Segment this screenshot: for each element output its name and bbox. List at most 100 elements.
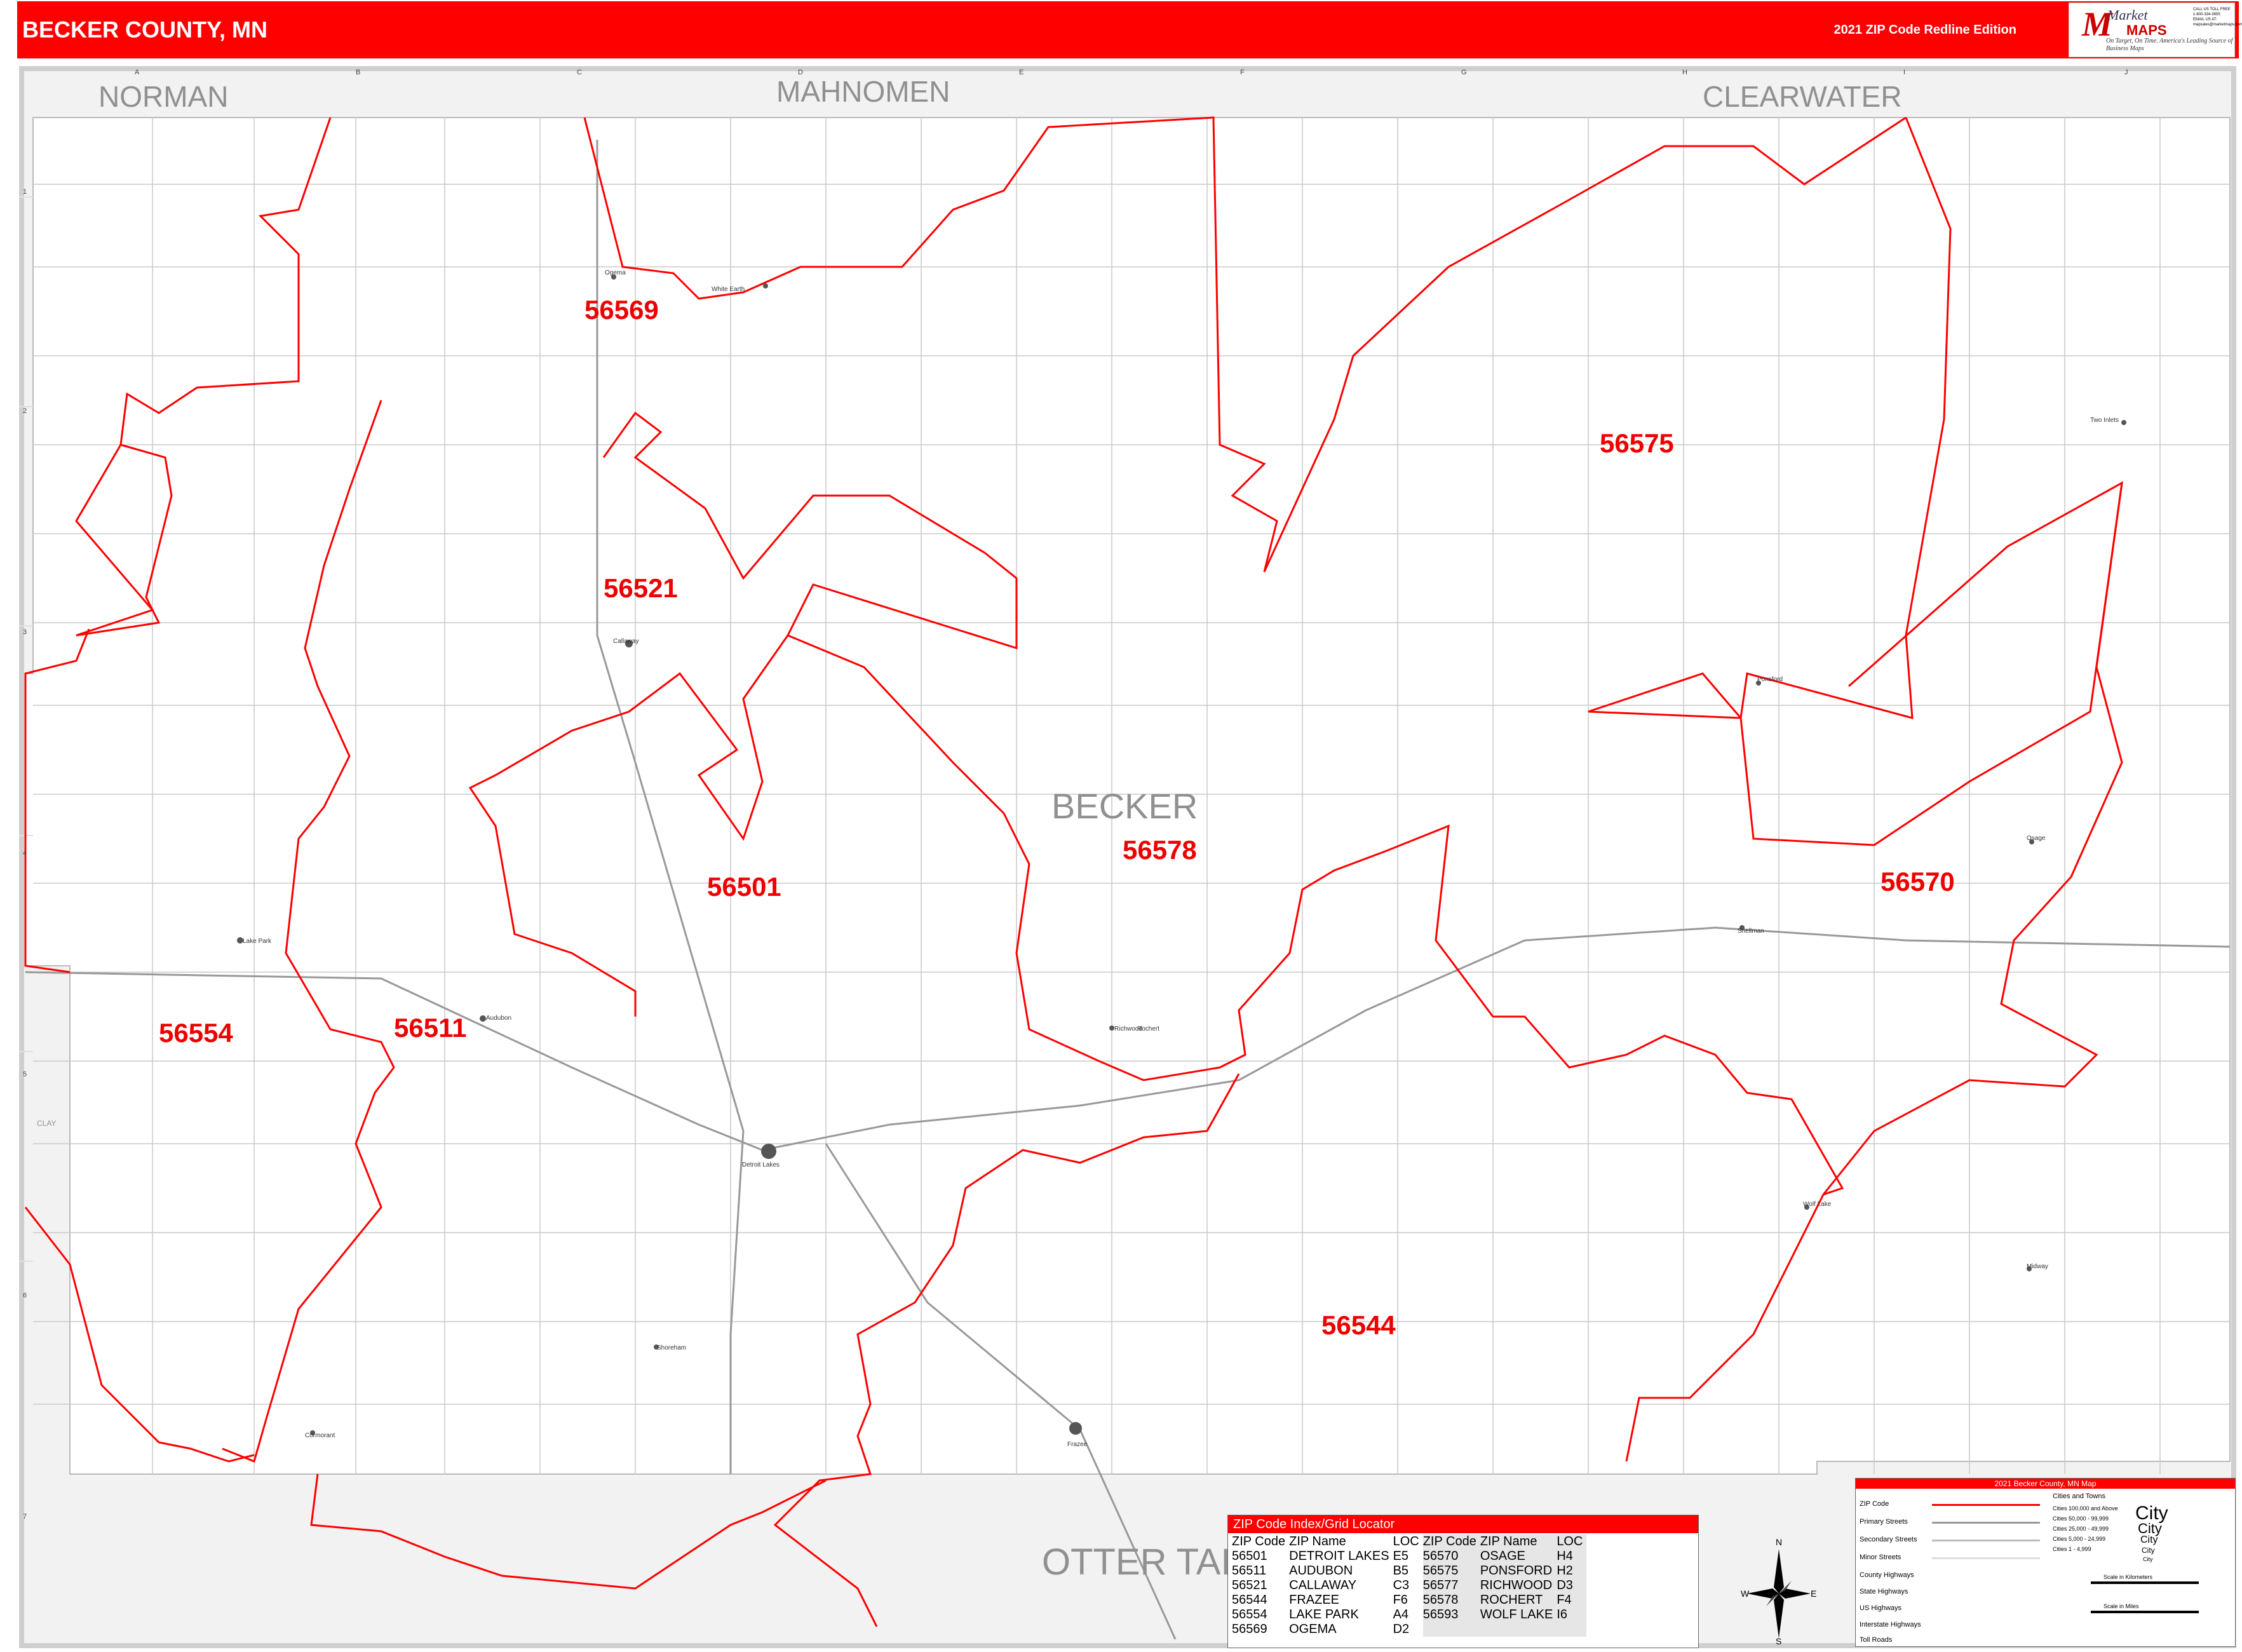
zip-index-title: ZIP Code Index/Grid Locator	[1228, 1515, 1698, 1533]
town-label: Ogema	[605, 269, 626, 276]
scale-mi-bar	[2091, 1611, 2199, 1613]
legend-item: US Highways	[1860, 1604, 1902, 1612]
table-cell: LAKE PARK	[1289, 1608, 1359, 1622]
grid-col-label: G	[1461, 69, 1467, 76]
town-label: Ponsford	[1757, 676, 1783, 683]
table-cell: F4	[1557, 1593, 1587, 1608]
table-cell: 56544	[1232, 1593, 1267, 1607]
neighbor-label-mahnomen: MAHNOMEN	[776, 75, 950, 108]
legend-swatch	[1932, 1540, 2040, 1541]
grid-col-label: E	[1019, 69, 1023, 76]
town-label: Frazee	[1067, 1441, 1088, 1448]
zip-label: 56544	[1321, 1310, 1396, 1340]
grid-col-label: H	[1682, 69, 1687, 76]
town-label: Midway	[2027, 1263, 2048, 1270]
grid-row-label: 1	[23, 188, 27, 196]
table-cell: FRAZEE	[1289, 1593, 1340, 1607]
table-cell: 56554	[1232, 1608, 1267, 1622]
compass-n: N	[1776, 1537, 1782, 1547]
scale-mi-label: Scale in Miles	[2104, 1603, 2139, 1609]
grid-col-label: B	[356, 69, 360, 76]
grid-col-label: I	[1903, 69, 1905, 76]
table-cell: D3	[1557, 1578, 1587, 1593]
grid-col-label: F	[1240, 69, 1245, 76]
table-cell: A4	[1393, 1608, 1409, 1622]
legend-item-zip: ZIP Code	[1860, 1500, 1889, 1508]
compass-w: W	[1741, 1588, 1750, 1599]
table-cell: PONSFORD	[1480, 1564, 1557, 1578]
table-cell: 56569	[1232, 1622, 1267, 1636]
map-legend-panel: 2021 Becker County, MN Map ZIP Code Prim…	[1855, 1478, 2236, 1647]
table-header: ZIP Name	[1289, 1534, 1346, 1548]
table-cell	[1480, 1622, 1557, 1637]
table-cell: I6	[1557, 1608, 1587, 1622]
table-cell: ROCHERT	[1480, 1593, 1557, 1608]
county-label: BECKER	[1051, 786, 1198, 826]
grid-row-label: 5	[23, 1071, 27, 1078]
table-cell	[1557, 1622, 1587, 1637]
map-canvas[interactable]: NORMAN MAHNOMEN CLEARWATER OTTER TAIL CL…	[0, 0, 2242, 1652]
table-cell: 56577	[1422, 1578, 1480, 1593]
neighbor-label-clay: CLAY	[37, 1119, 56, 1128]
table-row: 56554 LAKE PARK A4 56593 WOLF LAKE I6	[1232, 1608, 1587, 1622]
zip-label: 56578	[1123, 835, 1197, 865]
legend-item: Interstate Highways	[1860, 1621, 1921, 1628]
table-cell: OSAGE	[1480, 1549, 1557, 1564]
city-class: Cities 1 - 4,999	[2053, 1546, 2091, 1552]
table-cell: H4	[1557, 1549, 1587, 1564]
table-row: 56569 OGEMA D2	[1232, 1622, 1587, 1637]
city-class: Cities 100,000 and Above	[2053, 1505, 2118, 1512]
town-label: Osage	[2027, 835, 2046, 842]
town-label: Callaway	[613, 638, 639, 645]
table-cell: 56511	[1232, 1564, 1267, 1578]
grid-row-label: 3	[23, 628, 27, 636]
grid-row-label: 6	[23, 1292, 27, 1299]
table-cell: F6	[1393, 1593, 1408, 1607]
table-cell: 56593	[1422, 1608, 1480, 1622]
town-label: Cormorant	[305, 1432, 335, 1439]
table-row: 56544 FRAZEE F6 56578 ROCHERT F4	[1232, 1593, 1587, 1608]
grid-col-label: D	[798, 69, 803, 76]
city-sample: City	[2143, 1556, 2153, 1562]
town-label: Audubon	[486, 1015, 511, 1022]
legend-item: County Highways	[1860, 1571, 1914, 1579]
zip-label: 56575	[1600, 428, 1674, 458]
zip-label: 56501	[707, 872, 781, 902]
legend-swatch	[1932, 1557, 2040, 1559]
legend-item: Minor Streets	[1860, 1554, 1901, 1561]
compass-s: S	[1776, 1636, 1781, 1644]
city-sample: City	[2142, 1546, 2155, 1555]
legend-swatch	[1932, 1522, 2040, 1524]
city-class: Cities 25,000 - 49,999	[2053, 1526, 2109, 1532]
neighbor-label-norman: NORMAN	[98, 80, 228, 113]
legend-swatch	[1932, 1504, 2040, 1506]
legend-item: State Highways	[1860, 1588, 1908, 1595]
table-cell: 56578	[1422, 1593, 1480, 1608]
table-row: 56521 CALLAWAY C3 56577 RICHWOOD D3	[1232, 1578, 1587, 1593]
neighbor-label-otter-tail: OTTER TAIL	[1042, 1541, 1252, 1583]
table-cell: WOLF LAKE	[1480, 1608, 1557, 1622]
grid-row-label: 7	[23, 1513, 27, 1520]
table-cell: H2	[1557, 1564, 1587, 1578]
table-cell	[1422, 1622, 1480, 1637]
table-cell: D2	[1393, 1622, 1410, 1636]
table-cell: CALLAWAY	[1289, 1578, 1357, 1592]
zip-label: 56569	[584, 295, 659, 325]
compass-e: E	[1811, 1588, 1816, 1599]
town-label: Shoreham	[657, 1344, 686, 1351]
legend-cities: Cities and Towns Cities 100,000 and Abov…	[2053, 1493, 2118, 1552]
table-cell: RICHWOOD	[1480, 1578, 1557, 1593]
map-legend-title: 2021 Becker County, MN Map	[1856, 1479, 2235, 1489]
zip-index-panel: ZIP Code Index/Grid Locator ZIP Code ZIP…	[1227, 1515, 1699, 1648]
table-header: ZIP Code	[1232, 1534, 1286, 1548]
city-class: Cities 5,000 - 24,999	[2053, 1536, 2106, 1542]
scale-km-label: Scale in Kilometers	[2104, 1574, 2153, 1580]
table-header: ZIP Name	[1480, 1534, 1557, 1549]
table-cell: AUDUBON	[1289, 1564, 1353, 1578]
town-label: Snellman	[1738, 928, 1764, 935]
table-cell: C3	[1393, 1578, 1410, 1592]
table-cell: E5	[1393, 1549, 1409, 1563]
table-header: ZIP Code	[1422, 1534, 1480, 1549]
legend-item: Toll Roads	[1860, 1636, 1893, 1644]
table-cell: OGEMA	[1289, 1622, 1337, 1636]
